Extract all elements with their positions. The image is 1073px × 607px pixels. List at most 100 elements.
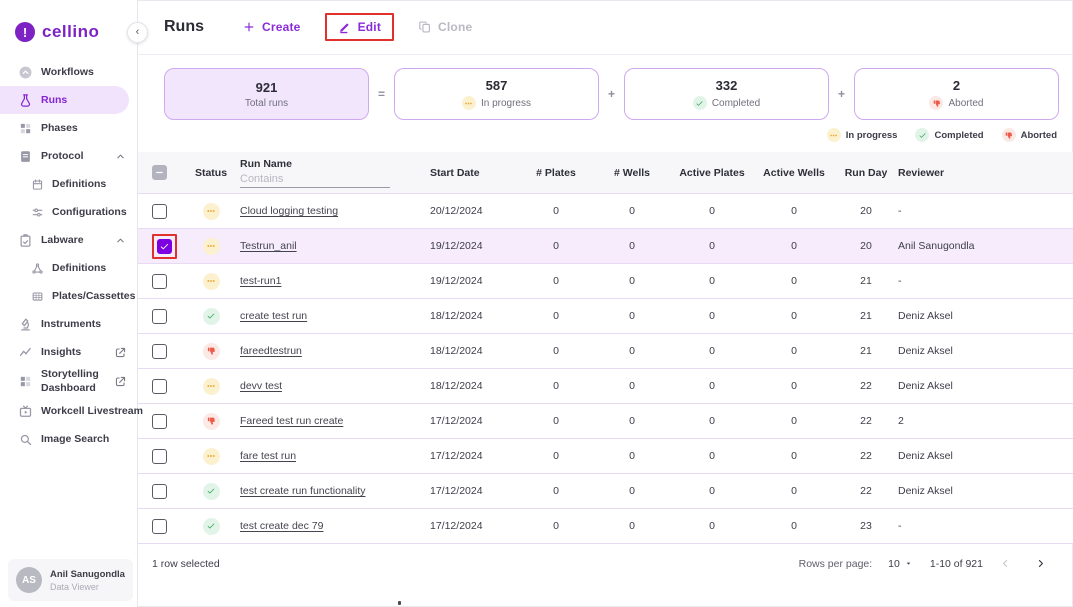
chevron-up-icon (114, 234, 127, 247)
table-row[interactable]: create test run18/12/2024000021Deniz Aks… (138, 299, 1073, 334)
run-name-link[interactable]: create test run (240, 310, 430, 322)
sidebar-item-phases[interactable]: Phases (0, 114, 137, 142)
stat-card-total-runs[interactable]: 921Total runs (164, 68, 369, 120)
run-name-link[interactable]: test-run1 (240, 275, 430, 287)
wells-cell: 0 (629, 240, 635, 252)
legend-completed: Completed (915, 128, 983, 142)
stat-separator: + (608, 87, 615, 101)
reviewer-cell: - (898, 520, 1073, 532)
stray-mark (398, 601, 401, 605)
sidebar-item-workcell-livestream[interactable]: Workcell Livestream (0, 397, 137, 425)
row-checkbox[interactable] (152, 449, 167, 464)
check-icon (206, 521, 216, 531)
sidebar-item-storytelling-dashboard[interactable]: Storytelling Dashboard (0, 366, 137, 397)
table-row[interactable]: devv test18/12/2024000022Deniz Aksel (138, 369, 1073, 404)
run-name-link[interactable]: fareedtestrun (240, 345, 430, 357)
table-row[interactable]: fare test run17/12/2024000022Deniz Aksel (138, 439, 1073, 474)
stat-card-aborted[interactable]: 2Aborted (854, 68, 1059, 120)
brand-name: cellino (42, 22, 99, 42)
run-name-link[interactable]: test create dec 79 (240, 520, 430, 532)
calendar-icon (31, 178, 44, 191)
start-date-cell: 18/12/2024 (430, 310, 518, 322)
table-row[interactable]: test-run119/12/2024000021- (138, 264, 1073, 299)
plus-icon (242, 20, 256, 34)
table-row[interactable]: Fareed test run create17/12/20240000222 (138, 404, 1073, 439)
run-name-link[interactable]: Testrun_anil (240, 240, 430, 252)
sidebar-item-plates-cassettes[interactable]: Plates/Cassettes (0, 282, 137, 310)
sidebar-item-definitions[interactable]: Definitions (0, 170, 137, 198)
rows-per-page-select[interactable]: 10 (888, 558, 914, 570)
external-icon (114, 346, 127, 359)
copy-icon (418, 20, 432, 34)
active-plates-cell: 0 (709, 240, 715, 252)
sidebar-item-labware[interactable]: Labware (0, 226, 137, 254)
table-row[interactable]: Testrun_anil19/12/2024000020Anil Sanugon… (138, 229, 1073, 264)
sidebar-item-insights[interactable]: Insights (0, 338, 137, 366)
column-header-reviewer: Reviewer (898, 167, 1073, 179)
sidebar-collapse-button[interactable]: ‹ (127, 22, 148, 43)
create-button[interactable]: Create (242, 20, 301, 34)
edit-button[interactable]: Edit (338, 20, 381, 34)
column-header-status: Status (195, 167, 227, 179)
protocol-icon (18, 149, 33, 164)
status-aborted-icon (203, 413, 220, 430)
pagination: Rows per page: 10 1-10 of 921 (799, 557, 1047, 570)
grid-icon (31, 290, 44, 303)
sidebar-item-runs[interactable]: Runs (0, 86, 129, 114)
run-name-link[interactable]: devv test (240, 380, 430, 392)
table-row[interactable]: Cloud logging testing20/12/2024000020- (138, 194, 1073, 229)
dots-icon (464, 99, 473, 108)
main-content: Runs Create Edit Clone 921Total runs=587… (138, 0, 1073, 607)
stat-separator: + (838, 87, 845, 101)
stats-cards: 921Total runs=587In progress+332Complete… (138, 55, 1073, 120)
row-checkbox[interactable] (152, 344, 167, 359)
select-all-checkbox[interactable] (152, 165, 167, 180)
run-name-link[interactable]: fare test run (240, 450, 430, 462)
table-row[interactable]: fareedtestrun18/12/2024000021Deniz Aksel (138, 334, 1073, 369)
row-checkbox[interactable] (152, 484, 167, 499)
labware-icon (18, 233, 33, 248)
stat-card-in-progress[interactable]: 587In progress (394, 68, 599, 120)
status-in-progress-icon (203, 203, 220, 220)
plates-cell: 0 (553, 380, 559, 392)
row-checkbox[interactable] (152, 379, 167, 394)
reviewer-cell: Deniz Aksel (898, 450, 1073, 462)
external-icon (114, 375, 127, 388)
wells-cell: 0 (629, 450, 635, 462)
sidebar-item-instruments[interactable]: Instruments (0, 310, 137, 338)
status-in-progress-icon (203, 378, 220, 395)
stat-card-completed[interactable]: 332Completed (624, 68, 829, 120)
workflows-icon (18, 65, 33, 80)
reviewer-cell: Deniz Aksel (898, 485, 1073, 497)
run-name-link[interactable]: test create run functionality (240, 485, 430, 497)
sidebar-item-protocol[interactable]: Protocol (0, 142, 137, 170)
run-name-link[interactable]: Cloud logging testing (240, 205, 430, 217)
status-completed-icon (203, 483, 220, 500)
next-page-button[interactable] (1034, 557, 1047, 570)
sidebar-item-workflows[interactable]: Workflows (0, 58, 137, 86)
active-plates-cell: 0 (709, 380, 715, 392)
user-card[interactable]: AS Anil Sanugondla Data Viewer (8, 559, 133, 601)
reviewer-cell: Deniz Aksel (898, 380, 1073, 392)
row-checkbox[interactable] (157, 239, 172, 254)
rows-per-page-label: Rows per page: (799, 558, 873, 570)
status-in-progress-icon (203, 448, 220, 465)
wells-cell: 0 (629, 520, 635, 532)
row-checkbox[interactable] (152, 204, 167, 219)
table-row[interactable]: test create dec 7917/12/2024000023- (138, 509, 1073, 544)
row-checkbox[interactable] (152, 414, 167, 429)
run-name-filter-input[interactable] (240, 172, 390, 188)
row-checkbox[interactable] (152, 274, 167, 289)
clone-button[interactable]: Clone (418, 20, 472, 34)
select-all-checkbox-cell (138, 165, 182, 181)
table-row[interactable]: test create run functionality17/12/20240… (138, 474, 1073, 509)
sidebar-item-image-search[interactable]: Image Search (0, 425, 137, 453)
row-checkbox[interactable] (152, 519, 167, 534)
plates-cell: 0 (553, 345, 559, 357)
page-title: Runs (164, 18, 204, 36)
sidebar-item-configurations[interactable]: Configurations (0, 198, 137, 226)
sidebar-item-definitions[interactable]: Definitions (0, 254, 137, 282)
run-name-link[interactable]: Fareed test run create (240, 415, 430, 427)
row-checkbox[interactable] (152, 309, 167, 324)
previous-page-button[interactable] (999, 557, 1012, 570)
